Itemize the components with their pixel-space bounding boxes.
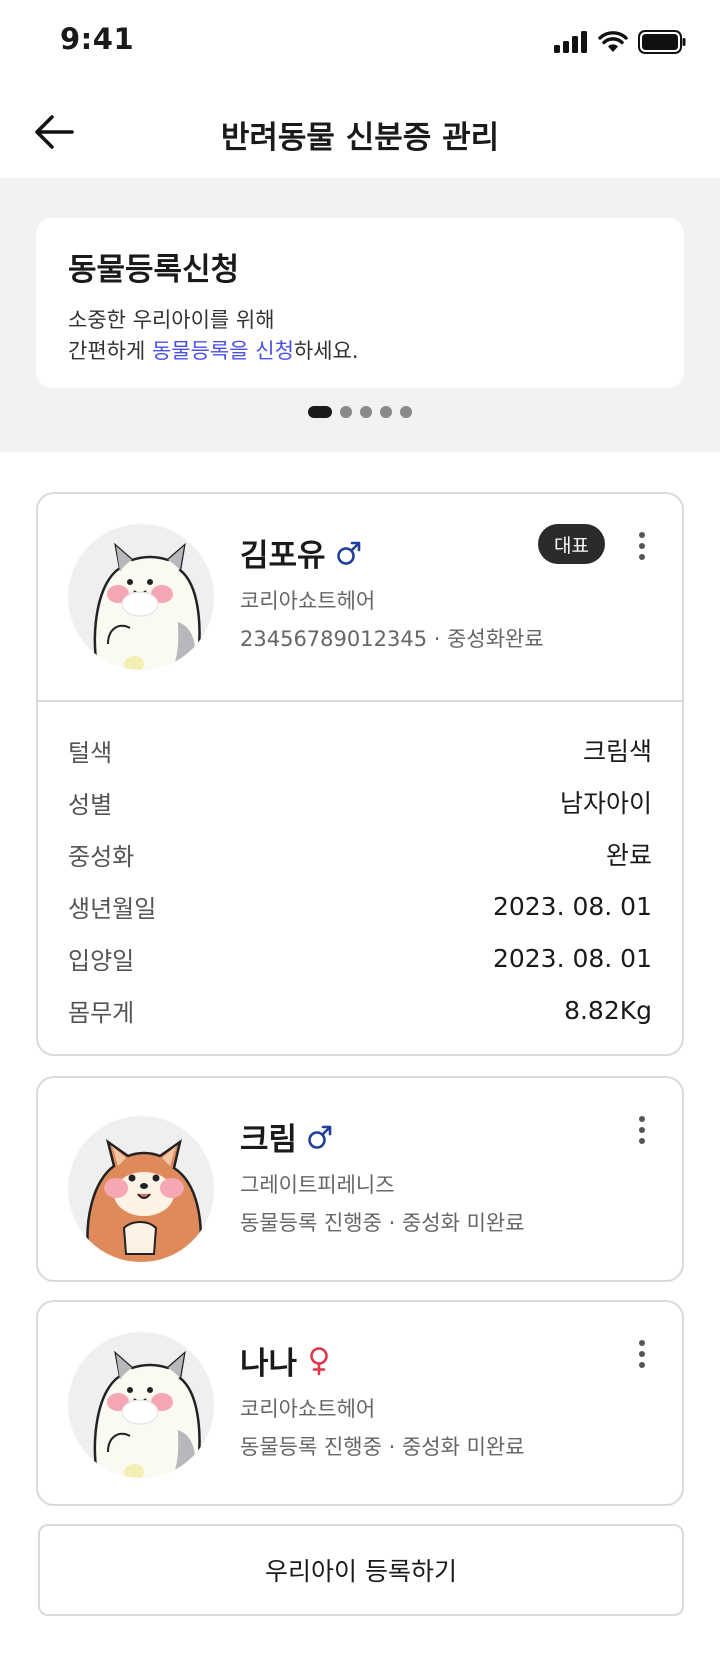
more-icon-dot xyxy=(639,1116,645,1122)
banner-highlight: 동물등록을 신청 xyxy=(151,339,294,363)
pet-card[interactable]: 김포유 코리아쇼트헤어 23456789012345 · 중성화완료 대표 털색… xyxy=(36,492,684,1056)
banner-line-2-prefix: 간편하게 xyxy=(68,339,152,363)
cat-avatar-icon xyxy=(93,1350,201,1478)
pet-avatar xyxy=(68,524,214,670)
detail-label: 입양일 xyxy=(68,946,135,975)
pet-registration-info: 동물등록 진행중 · 중성화 미완료 xyxy=(240,1211,525,1235)
female-icon xyxy=(310,1346,328,1375)
pet-card[interactable]: 나나 코리아쇼트헤어 동물등록 진행중 · 중성화 미완료 xyxy=(36,1300,684,1506)
detail-label: 생년월일 xyxy=(68,894,157,923)
pet-registration-info: 동물등록 진행중 · 중성화 미완료 xyxy=(240,1435,525,1459)
banner-card-animal-registration[interactable]: 동물등록신청 소중한 우리아이를 위해 간편하게 동물등록을 신청하세요. xyxy=(36,218,684,388)
detail-row-coat-color: 털색 크림색 xyxy=(68,724,652,776)
detail-row-weight: 몸무게 8.82Kg xyxy=(68,984,652,1036)
page-title: 반려동물 신분증 관리 xyxy=(220,120,500,156)
male-icon xyxy=(336,541,360,565)
detail-value: 남자아이 xyxy=(559,789,652,818)
pager-dot[interactable] xyxy=(340,406,352,418)
pet-avatar xyxy=(68,1116,214,1262)
more-options-button[interactable] xyxy=(628,1108,656,1152)
detail-row-birthdate: 생년월일 2023. 08. 01 xyxy=(68,880,652,932)
detail-row-neutered: 중성화 완료 xyxy=(68,828,652,880)
detail-value: 2023. 08. 01 xyxy=(492,891,652,921)
dog-avatar-icon xyxy=(86,1139,202,1262)
pet-breed: 코리아쇼트헤어 xyxy=(240,589,376,613)
more-icon-dot xyxy=(639,543,645,549)
banner-line-2: 간편하게 동물등록을 신청하세요. xyxy=(68,336,652,367)
more-icon-dot xyxy=(639,554,645,560)
detail-row-gender: 성별 남자아이 xyxy=(68,776,652,828)
representative-badge: 대표 xyxy=(538,524,605,564)
status-icons xyxy=(554,30,686,54)
app-header: 반려동물 신분증 관리 xyxy=(0,88,720,178)
pet-details: 털색 크림색 성별 남자아이 중성화 완료 생년월일 2023. 08. 01 … xyxy=(38,700,682,1054)
detail-value: 8.82Kg xyxy=(564,995,652,1025)
more-icon-dot xyxy=(639,1138,645,1144)
pet-name: 김포유 xyxy=(240,538,326,574)
wifi-icon xyxy=(598,31,628,52)
pet-name-row: 김포유 xyxy=(240,530,362,575)
pet-name: 나나 xyxy=(240,1346,298,1382)
battery-icon xyxy=(638,30,686,54)
cat-avatar-icon xyxy=(93,542,201,670)
pet-breed: 코리아쇼트헤어 xyxy=(240,1397,376,1421)
male-icon xyxy=(308,1125,332,1149)
pager-dot[interactable] xyxy=(360,406,372,418)
pager-dot-active[interactable] xyxy=(308,406,332,418)
detail-value: 2023. 08. 01 xyxy=(492,943,652,973)
banner-carousel[interactable]: 동물등록신청 소중한 우리아이를 위해 간편하게 동물등록을 신청하세요. xyxy=(0,178,720,452)
carousel-pager xyxy=(0,406,720,418)
pet-name-row: 나나 xyxy=(240,1338,331,1383)
more-options-button[interactable] xyxy=(628,524,656,568)
banner-title: 동물등록신청 xyxy=(68,252,240,288)
banner-line-2-suffix: 하세요. xyxy=(293,339,359,363)
pet-card-summary: 김포유 코리아쇼트헤어 23456789012345 · 중성화완료 대표 xyxy=(38,494,682,700)
detail-value: 완료 xyxy=(605,841,652,870)
detail-value: 크림색 xyxy=(582,737,652,766)
more-options-button[interactable] xyxy=(628,1332,656,1376)
more-icon-dot xyxy=(639,1127,645,1133)
more-icon-dot xyxy=(639,1362,645,1368)
signal-icon xyxy=(554,31,587,53)
banner-line-1: 소중한 우리아이를 위해 xyxy=(68,308,275,332)
register-pet-button[interactable]: 우리아이 등록하기 xyxy=(38,1524,684,1616)
pet-breed: 그레이트피레니즈 xyxy=(240,1173,395,1197)
pet-avatar xyxy=(68,1332,214,1478)
pet-registration-info: 23456789012345 · 중성화완료 xyxy=(240,627,544,651)
more-icon-dot xyxy=(639,1340,645,1346)
more-icon-dot xyxy=(639,1351,645,1357)
status-bar: 9:41 xyxy=(0,0,720,88)
more-icon-dot xyxy=(639,532,645,538)
detail-row-adoption-date: 입양일 2023. 08. 01 xyxy=(68,932,652,984)
detail-label: 성별 xyxy=(68,790,113,819)
pet-card[interactable]: 크림 그레이트피레니즈 동물등록 진행중 · 중성화 미완료 xyxy=(36,1076,684,1282)
detail-label: 몸무게 xyxy=(68,998,135,1027)
pet-name: 크림 xyxy=(240,1122,298,1158)
pager-dot[interactable] xyxy=(380,406,392,418)
pet-name-row: 크림 xyxy=(240,1114,333,1159)
detail-label: 털색 xyxy=(68,738,113,767)
detail-label: 중성화 xyxy=(68,842,135,871)
pager-dot[interactable] xyxy=(400,406,412,418)
status-time: 9:41 xyxy=(60,22,135,56)
